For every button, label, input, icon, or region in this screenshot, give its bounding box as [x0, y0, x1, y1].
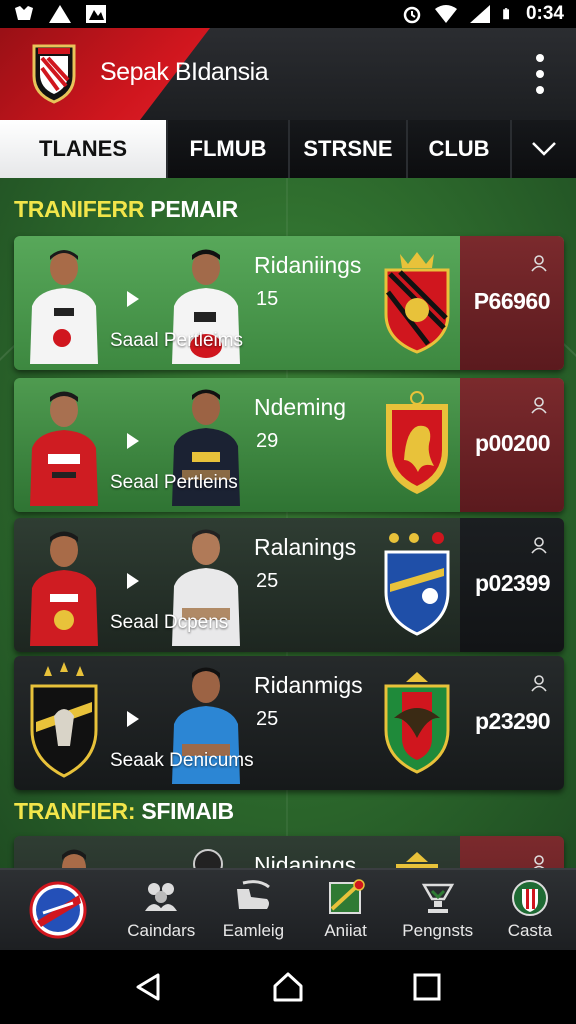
- alarm-icon: [403, 6, 421, 24]
- transfer-price: p23290: [474, 708, 551, 734]
- player-photo: [30, 531, 98, 646]
- nav-label: Aniiat: [324, 921, 367, 940]
- nav-pengnsts[interactable]: Pengnsts: [392, 870, 484, 950]
- transfer-arrow-icon: [127, 291, 139, 307]
- tab-flmub[interactable]: FLMUB: [168, 120, 290, 178]
- nav-label: Eamleig: [222, 921, 285, 940]
- transfer-subtitle: Seaak Denicums: [110, 750, 254, 771]
- transfer-number: 25: [256, 570, 279, 592]
- transfer-price: P66960: [473, 288, 551, 314]
- player-photo: [30, 391, 98, 506]
- transfer-card[interactable]: Seaak Denicums Ridanmigs 25 p23290: [14, 656, 564, 790]
- user-icon[interactable]: [530, 674, 548, 692]
- section-title: TRANFIER: SFIMAIB: [14, 798, 234, 824]
- transfer-number: 15: [256, 288, 279, 310]
- transfer-player-name: Nidanings: [254, 852, 357, 868]
- menu-dot-icon: [536, 54, 544, 62]
- nav-label: Casta: [507, 921, 553, 940]
- chevron-down-icon: [532, 142, 556, 156]
- tab-tlanes[interactable]: TLANES: [0, 120, 168, 178]
- boot-icon: [237, 880, 271, 909]
- transfer-player-name: Ralanings: [254, 534, 357, 560]
- wifi-icon: [434, 5, 457, 23]
- nav-home[interactable]: [0, 870, 115, 950]
- transfer-card[interactable]: Seaal Pertleins Ndeming 29 p00200: [14, 378, 564, 512]
- transfer-arrow-icon: [127, 433, 139, 449]
- club-crest-icon: [384, 532, 450, 636]
- club-crest-icon: [384, 252, 450, 354]
- club-crest-icon: [396, 852, 438, 868]
- transfer-card[interactable]: Saaal Pertleims Ridaniings 15 P66960: [14, 236, 564, 370]
- tab-bar: TLANES FLMUB STRSNE CLUB: [0, 120, 576, 178]
- status-bar: 0:34: [0, 0, 576, 28]
- battery-icon: [503, 8, 509, 20]
- app-title: Sepak BIdansia: [100, 58, 269, 86]
- transfer-player-name: Ndeming: [254, 394, 347, 420]
- user-icon[interactable]: [530, 254, 548, 272]
- transfer-number: 25: [256, 708, 279, 730]
- people-icon: [145, 883, 178, 911]
- club-badge-icon: [29, 881, 87, 939]
- tab-dropdown-button[interactable]: [512, 120, 576, 178]
- signal-icon: [469, 5, 490, 23]
- home-icon[interactable]: [271, 970, 305, 1004]
- back-icon[interactable]: [132, 970, 166, 1004]
- transfer-subtitle: Saaal Pertleims: [110, 330, 244, 351]
- transfer-card[interactable]: Seaal Dcpens Ralanings 25 p02399: [14, 518, 564, 652]
- price-panel: [460, 836, 564, 868]
- player-photo: [62, 849, 86, 868]
- transfer-number: 29: [256, 430, 279, 452]
- nav-label: Pengnsts: [402, 921, 474, 940]
- player-photo: [193, 849, 223, 868]
- transfer-subtitle: Seaal Pertleins: [110, 472, 238, 493]
- user-icon[interactable]: [530, 396, 548, 414]
- transfer-price: p02399: [474, 570, 551, 596]
- transfer-arrow-icon: [127, 711, 139, 727]
- club-crest-icon: [30, 662, 98, 778]
- image-notification-icon: [86, 5, 106, 23]
- recents-icon[interactable]: [410, 970, 444, 1004]
- system-navigation-bar: [0, 950, 576, 1024]
- club-logo-icon[interactable]: [30, 42, 78, 104]
- menu-dot-icon: [536, 70, 544, 78]
- transfer-player-name: Ridanmigs: [254, 672, 363, 698]
- tab-club[interactable]: CLUB: [408, 120, 512, 178]
- flag-icon: [328, 879, 365, 914]
- bottom-navigation: Caindars Eamleig Aniiat Pengnsts Casta: [0, 868, 576, 950]
- club-crest-icon: [384, 672, 450, 774]
- transfer-subtitle: Seaal Dcpens: [110, 612, 229, 633]
- section-title: TRANIFERR PEMAIR: [14, 196, 238, 222]
- user-icon[interactable]: [530, 854, 548, 868]
- tab-strsne[interactable]: STRSNE: [290, 120, 408, 178]
- nav-caindars[interactable]: Caindars: [115, 870, 207, 950]
- trophy-icon: [421, 883, 454, 913]
- app-notification-icon: [15, 6, 33, 20]
- transfer-price: p00200: [474, 430, 551, 456]
- transfer-player-name: Ridaniings: [254, 252, 362, 278]
- nav-aniiat[interactable]: Aniiat: [300, 870, 392, 950]
- nav-casta[interactable]: Casta: [484, 870, 576, 950]
- shield-badge-icon: [511, 880, 548, 916]
- transfer-arrow-icon: [127, 573, 139, 589]
- nav-eamleig[interactable]: Eamleig: [207, 870, 299, 950]
- menu-dot-icon: [536, 86, 544, 94]
- transfer-list-area[interactable]: TRANIFERR PEMAIR Saaal Pertleims Ridanii…: [0, 178, 576, 868]
- user-icon[interactable]: [530, 536, 548, 554]
- club-crest-icon: [386, 391, 448, 494]
- player-photo: [30, 250, 98, 364]
- overflow-menu-button[interactable]: [530, 54, 550, 94]
- warning-icon: [49, 5, 71, 23]
- app-bar: Sepak BIdansia: [0, 28, 576, 120]
- status-time: 0:34: [525, 3, 564, 24]
- nav-label: Caindars: [127, 921, 196, 940]
- transfer-card[interactable]: Nidanings: [14, 836, 564, 868]
